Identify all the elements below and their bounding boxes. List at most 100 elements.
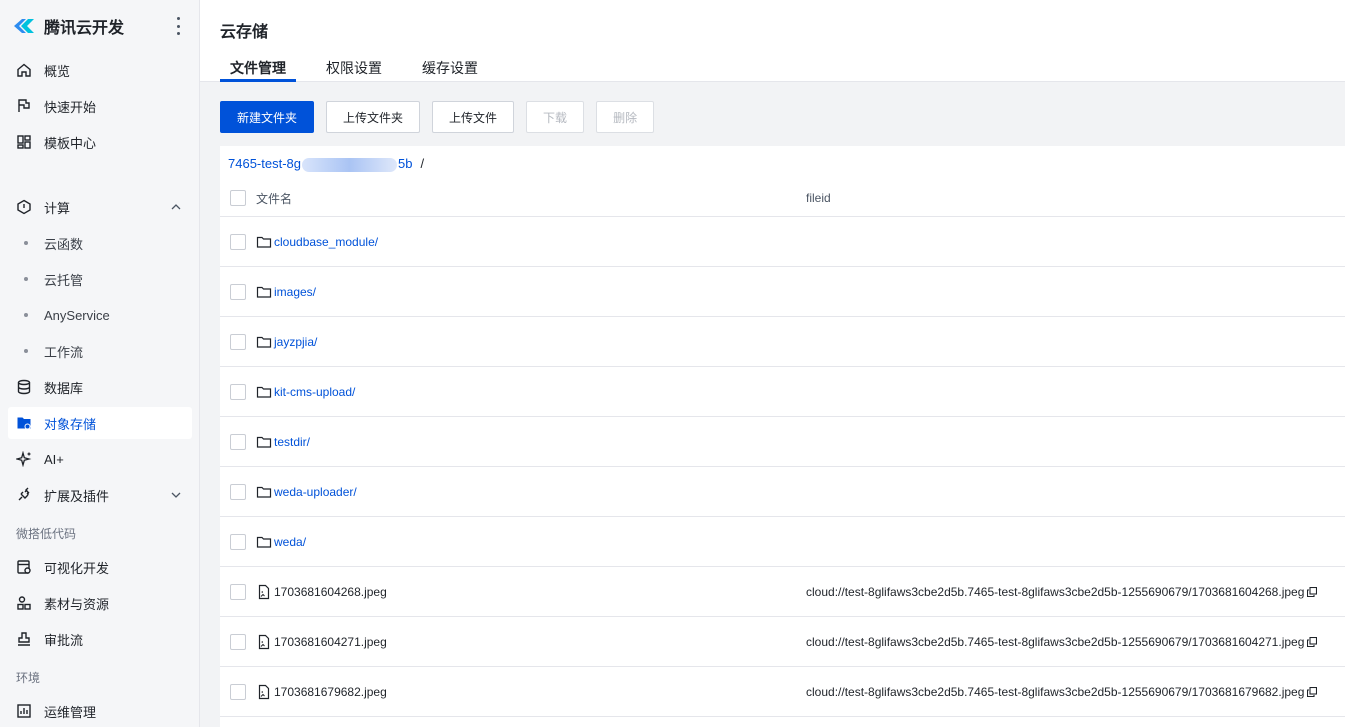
- group-label-lowcode: 微搭低代码: [16, 527, 77, 541]
- folder-icon: [256, 286, 272, 298]
- sidebar-item-label: 快速开始: [44, 99, 97, 115]
- sidebar-item-cloud-functions[interactable]: 云函数: [8, 227, 192, 259]
- row-checkbox[interactable]: [230, 284, 246, 300]
- row-checkbox[interactable]: [230, 534, 246, 550]
- sidebar-item-label: 可视化开发: [44, 560, 110, 576]
- sidebar-item-label: 云托管: [44, 272, 84, 288]
- file-name: 1703681604268.jpeg: [274, 584, 387, 599]
- file-id-cell: cloud://test-8glifaws3cbe2d5b.7465-test-…: [806, 667, 1318, 716]
- folder-link[interactable]: kit-cms-upload/: [274, 385, 355, 399]
- tab-cache-settings[interactable]: 缓存设置: [422, 58, 478, 82]
- file-id: cloud://test-8glifaws3cbe2d5b.7465-test-…: [806, 634, 1305, 649]
- group-label-env: 环境: [16, 671, 41, 685]
- row-checkbox[interactable]: [230, 484, 246, 500]
- folder-link[interactable]: cloudbase_module/: [274, 235, 378, 249]
- sidebar-item-anyservice[interactable]: AnyService: [8, 299, 192, 331]
- column-header-filename: 文件名: [256, 191, 293, 206]
- upload-file-button[interactable]: 上传文件: [432, 101, 515, 133]
- flag-icon: [16, 98, 32, 114]
- folder-link[interactable]: jayzpjia/: [274, 335, 317, 349]
- sidebar-item-label: AnyService: [44, 307, 110, 323]
- table-row[interactable]: cloudbase_module/: [220, 217, 1345, 267]
- table-row[interactable]: 1703681679682.jpeg cloud://test-8glifaws3…: [220, 667, 1345, 717]
- active-tab-indicator: [220, 79, 296, 82]
- file-name-cell: cloudbase_module/: [256, 217, 378, 266]
- sidebar-item-cloud-hosting[interactable]: 云托管: [8, 263, 192, 295]
- toolbar: 新建文件夹 上传文件夹 上传文件 下载 删除: [220, 101, 666, 133]
- table-row[interactable]: weda/: [220, 517, 1345, 567]
- sidebar-item-assets[interactable]: 素材与资源: [8, 587, 192, 619]
- table-row[interactable]: weda-uploader/: [220, 467, 1345, 517]
- bullet-icon: [24, 313, 28, 317]
- sidebar-item-extensions[interactable]: 扩展及插件: [8, 479, 192, 511]
- folder-link[interactable]: images/: [274, 285, 316, 299]
- folder-link[interactable]: testdir/: [274, 435, 310, 449]
- sidebar-item-label: 运维管理: [44, 704, 97, 720]
- sidebar: 腾讯云开发 概览 快速开始 模板中心 计算 云函数 云托管 AnyService…: [0, 0, 200, 727]
- table-row[interactable]: testdir/: [220, 417, 1345, 467]
- sidebar-item-overview[interactable]: 概览: [8, 54, 192, 86]
- breadcrumb-separator: /: [420, 156, 425, 172]
- copy-icon[interactable]: [1307, 636, 1318, 647]
- sidebar-item-label: 计算: [44, 200, 71, 216]
- new-folder-button[interactable]: 新建文件夹: [220, 101, 315, 133]
- sidebar-item-label: 对象存储: [44, 416, 97, 432]
- breadcrumb-bucket-link[interactable]: 7465-test-8g 5b: [228, 156, 412, 172]
- sidebar-item-label: 概览: [44, 63, 71, 79]
- row-checkbox[interactable]: [230, 334, 246, 350]
- table-row[interactable]: 1703681604271.jpeg cloud://test-8glifaws3…: [220, 617, 1345, 667]
- table-header: 文件名 fileid: [220, 180, 1345, 217]
- sidebar-item-workflow[interactable]: 工作流: [8, 335, 192, 367]
- sidebar-item-ops[interactable]: 运维管理: [8, 695, 192, 727]
- tab-permissions[interactable]: 权限设置: [326, 58, 382, 82]
- sidebar-item-templates[interactable]: 模板中心: [8, 126, 192, 158]
- chevron-down-icon[interactable]: [170, 489, 182, 501]
- sidebar-item-visual-dev[interactable]: 可视化开发: [8, 551, 192, 583]
- page-header: 云存储 文件管理 权限设置 缓存设置: [200, 0, 1345, 82]
- copy-icon[interactable]: [1307, 686, 1318, 697]
- row-checkbox[interactable]: [230, 684, 246, 700]
- row-checkbox[interactable]: [230, 634, 246, 650]
- table-row[interactable]: images/: [220, 267, 1345, 317]
- folder-link[interactable]: weda-uploader/: [274, 485, 357, 499]
- file-id: cloud://test-8glifaws3cbe2d5b.7465-test-…: [806, 584, 1305, 599]
- folder-icon: [256, 236, 272, 248]
- folder-icon: [256, 486, 272, 498]
- copy-icon[interactable]: [1307, 586, 1318, 597]
- table-row[interactable]: kit-cms-upload/: [220, 367, 1345, 417]
- home-icon: [16, 62, 32, 78]
- file-name-cell: weda/: [256, 517, 306, 566]
- upload-folder-button[interactable]: 上传文件夹: [326, 101, 421, 133]
- sidebar-item-approval[interactable]: 审批流: [8, 623, 192, 655]
- row-checkbox[interactable]: [230, 434, 246, 450]
- download-button[interactable]: 下载: [526, 101, 585, 133]
- file-name-cell: images/: [256, 267, 316, 316]
- visual-dev-icon: [16, 559, 32, 575]
- more-vertical-icon[interactable]: [171, 17, 185, 35]
- main-content: 云存储 文件管理 权限设置 缓存设置 新建文件夹 上传文件夹 上传文件 下载 删…: [200, 0, 1345, 727]
- sidebar-item-database[interactable]: 数据库: [8, 371, 192, 403]
- folder-link[interactable]: weda/: [274, 535, 306, 549]
- redacted-text: [302, 157, 397, 172]
- table-row[interactable]: jayzpjia/: [220, 317, 1345, 367]
- sidebar-item-ai[interactable]: AI+: [8, 443, 192, 475]
- cloudbase-logo-icon: [14, 19, 34, 33]
- table-row[interactable]: 1703681604268.jpeg cloud://test-8glifaws3…: [220, 567, 1345, 617]
- brand-name: 腾讯云开发: [44, 20, 125, 37]
- row-checkbox[interactable]: [230, 234, 246, 250]
- sidebar-item-object-storage[interactable]: 对象存储: [8, 407, 192, 439]
- select-all-checkbox[interactable]: [230, 190, 246, 206]
- delete-button[interactable]: 删除: [596, 101, 655, 133]
- file-name-cell: jayzpjia/: [256, 317, 317, 366]
- sidebar-item-label: 云函数: [44, 236, 84, 252]
- folder-icon: [256, 336, 272, 348]
- sidebar-item-quickstart[interactable]: 快速开始: [8, 90, 192, 122]
- file-name-cell: testdir/: [256, 417, 310, 466]
- chevron-up-icon[interactable]: [170, 201, 182, 213]
- database-icon: [16, 379, 32, 395]
- row-checkbox[interactable]: [230, 384, 246, 400]
- image-file-icon: [258, 634, 270, 649]
- row-checkbox[interactable]: [230, 584, 246, 600]
- file-table-panel: 7465-test-8g 5b / 文件名 fileid cloudbase_mo…: [220, 146, 1345, 727]
- sidebar-item-compute[interactable]: 计算: [8, 191, 192, 223]
